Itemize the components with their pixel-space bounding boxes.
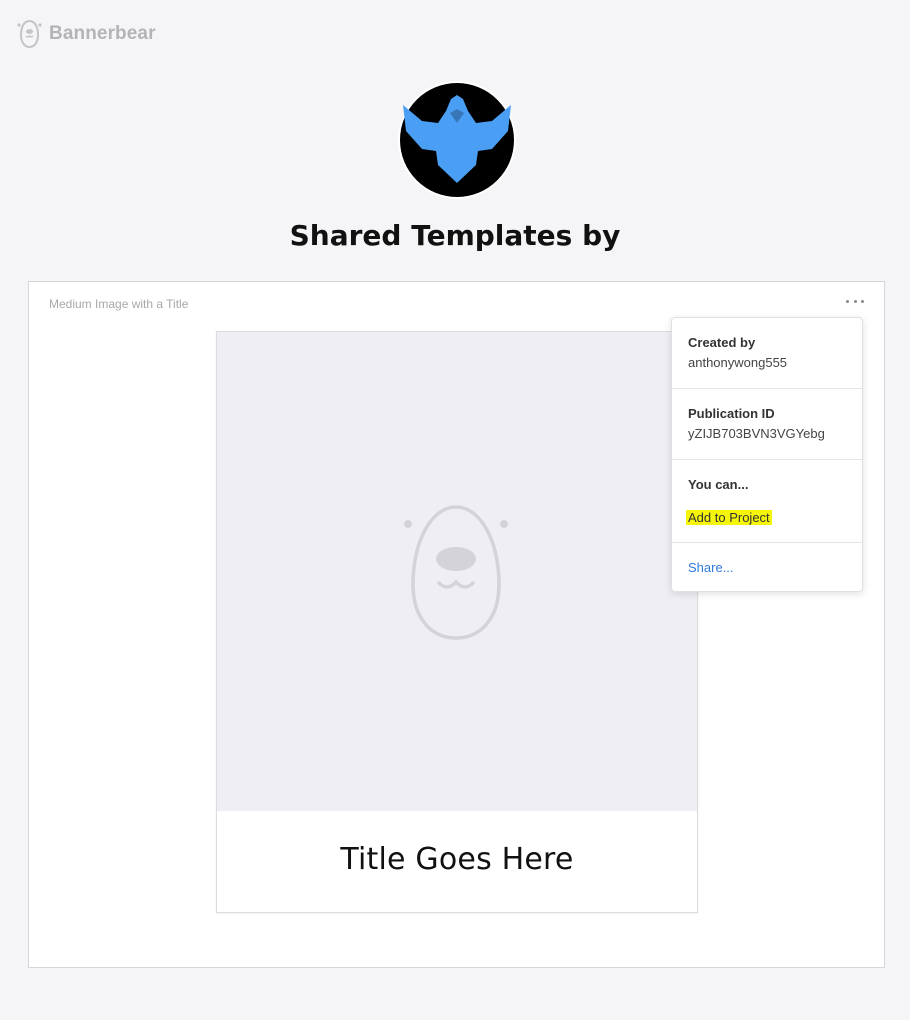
share-section: Share... [672,543,862,591]
brand-name: Bannerbear [49,23,156,44]
created-by-heading: Created by [688,335,756,350]
more-dot [846,299,849,303]
you-can-heading: You can... [688,477,749,492]
page-title: Shared Templates by [289,219,621,252]
more-dot [853,299,857,303]
template-label: Medium Image with a Title [49,297,189,311]
author-avatar [398,81,516,199]
bear-logo-icon [17,19,42,49]
more-options-icon[interactable] [846,294,864,308]
bird-emblem-icon [400,83,514,197]
publication-id-section: Publication ID yZIJB703BVN3VGYebg [672,389,862,460]
created-by-section: Created by anthonywong555 [672,318,862,389]
share-link[interactable]: Share... [688,560,734,575]
more-dot [861,299,864,303]
actions-section: You can... Add to Project [672,460,862,543]
preview-image-placeholder [217,332,697,811]
created-by-value: anthonywong555 [688,355,788,370]
brand-logo[interactable]: Bannerbear [16,18,156,50]
bear-placeholder-icon [404,505,508,640]
add-to-project-link[interactable]: Add to Project [686,510,772,525]
template-options-menu: Created by anthonywong555 Publication ID… [671,317,863,592]
publication-id-value: yZIJB703BVN3VGYebg [688,426,825,441]
preview-title: Title Goes Here [340,842,574,877]
template-preview[interactable]: Title Goes Here [216,331,698,913]
publication-id-heading: Publication ID [688,406,775,421]
